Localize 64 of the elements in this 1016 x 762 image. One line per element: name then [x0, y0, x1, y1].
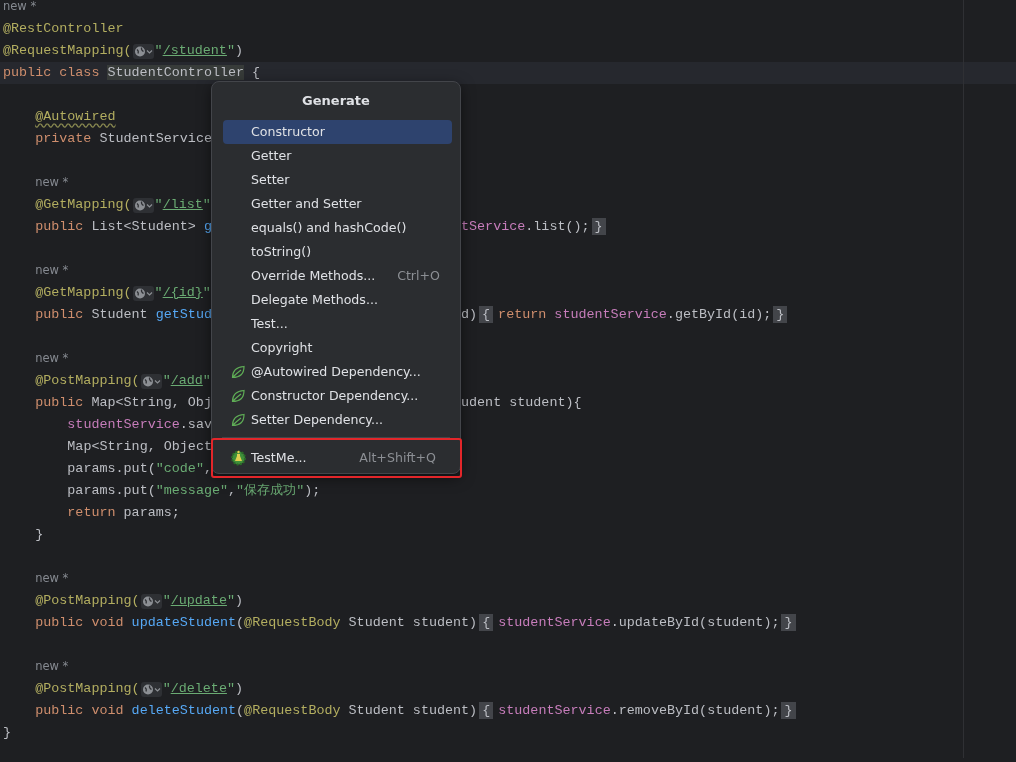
code-text: tService.list(); } [461, 216, 611, 238]
menu-item[interactable]: Setter Dependency... [223, 408, 452, 432]
menu-item[interactable]: toString() [223, 240, 452, 264]
code-text: studentService.sav [67, 415, 212, 434]
menu-item[interactable]: Constructor [223, 120, 452, 144]
menu-item[interactable]: Override Methods... Ctrl+O [223, 264, 452, 288]
code-text: udent student){ [461, 393, 582, 412]
leaf-icon [231, 389, 245, 403]
code-text: return params; [67, 503, 180, 522]
code-text: d) { return studentService.getById(id); } [461, 304, 793, 326]
menu-title: Generate [301, 92, 371, 110]
menu-item[interactable]: Getter and Setter [223, 192, 452, 216]
leaf-icon [231, 413, 245, 427]
globe-icon [141, 682, 161, 696]
code-text: } [3, 723, 12, 742]
code-text: "/student") [154, 41, 243, 60]
shortcut-label: Alt+Shift+Q [359, 448, 436, 467]
globe-icon [141, 374, 161, 388]
code-text: @PostMapping( [35, 591, 140, 610]
code-text: public Map<String, Obj [35, 393, 212, 412]
code-text: } [35, 525, 44, 544]
menu-item[interactable]: Constructor Dependency... [223, 384, 452, 408]
code-text: params.put("message","保存成功"); [67, 481, 321, 500]
code-text: @GetMapping( [35, 195, 132, 214]
code-text: "/delete") [162, 679, 243, 698]
code-text: private StudentService [35, 129, 212, 148]
inlay-hint: new * [35, 174, 69, 192]
code-text: "/list" [154, 195, 211, 214]
globe-icon [141, 594, 161, 608]
inlay-hint: new * [35, 658, 69, 676]
menu-item[interactable]: TestMe... Alt+Shift+Q [211, 438, 462, 478]
menu-item[interactable]: Setter [223, 168, 452, 192]
shortcut-label: Ctrl+O [397, 266, 440, 285]
inlay-hint: new * [35, 350, 69, 368]
leaf-icon [231, 365, 245, 379]
gear-icon [231, 450, 246, 466]
code-text: public Student getStud [35, 305, 212, 324]
code-text: public void deleteStudent(@RequestBody Student student) { studentService.removeById(student); } [35, 700, 801, 722]
code-text: @RestController [3, 19, 124, 38]
code-text: "/update") [162, 591, 243, 610]
menu-item[interactable]: Getter [223, 144, 452, 168]
code-text: "/add" [162, 371, 211, 390]
code-text: "/{id}" [154, 283, 211, 302]
inlay-hint: new * [3, 0, 37, 16]
inlay-hint: new * [35, 570, 69, 588]
globe-icon [133, 44, 153, 58]
code-text: @Autowired [35, 107, 116, 126]
inlay-hint: new * [35, 262, 69, 280]
code-text: @PostMapping( [35, 371, 140, 390]
code-text: public void updateStudent(@RequestBody Student student) { studentService.updateById(student); } [35, 612, 801, 634]
globe-icon [133, 198, 153, 212]
code-text: public List<Student> g [35, 217, 212, 236]
menu-item[interactable]: Copyright [223, 336, 452, 360]
code-text: params.put("code", [67, 459, 212, 478]
globe-icon [133, 286, 153, 300]
menu-item[interactable]: @Autowired Dependency... [223, 360, 452, 384]
code-text: @PostMapping( [35, 679, 140, 698]
menu-item[interactable]: Test... [223, 312, 452, 336]
code-text: @GetMapping( [35, 283, 132, 302]
code-text: Map<String, Object [67, 437, 212, 456]
code-text: public class StudentController { [3, 63, 261, 82]
menu-item[interactable]: equals() and hashCode() [223, 216, 452, 240]
menu-item[interactable]: Delegate Methods... [223, 288, 452, 312]
code-text: @RequestMapping( [3, 41, 132, 60]
